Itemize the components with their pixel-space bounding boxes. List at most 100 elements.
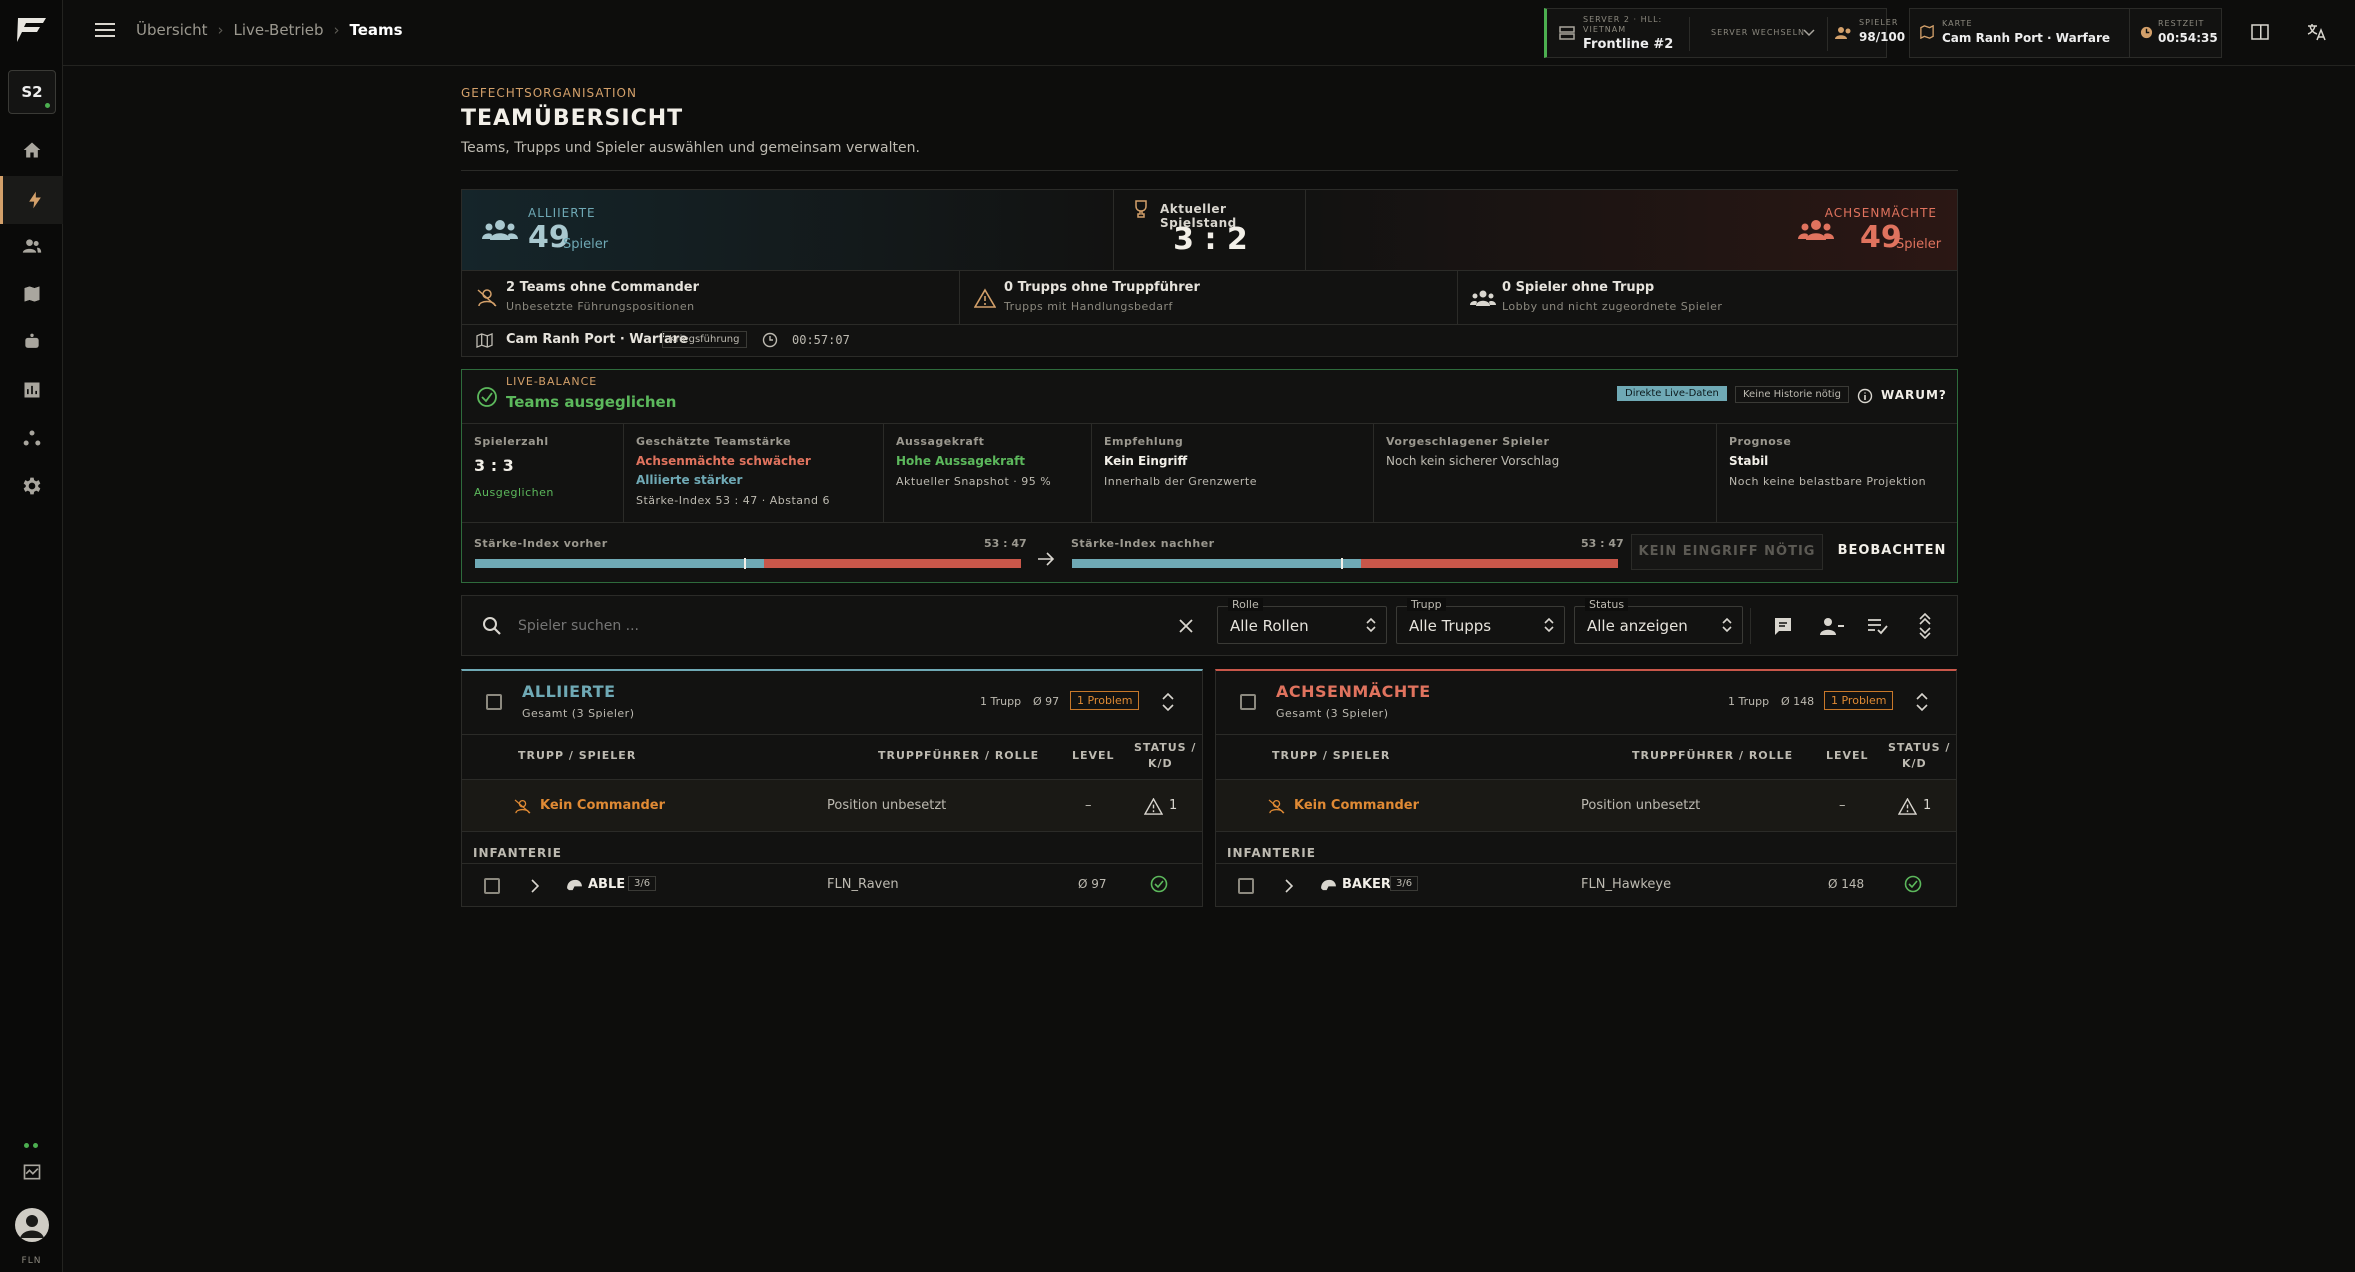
allies-team-icon	[482, 218, 518, 242]
map-icon	[1920, 25, 1934, 39]
issue-no-leader[interactable]: 0 Trupps ohne Truppführer Trupps mit Han…	[960, 271, 1458, 324]
breadcrumb-live[interactable]: Live-Betrieb	[234, 21, 324, 39]
user-remove-icon[interactable]	[1819, 616, 1845, 636]
squad-select-checkbox[interactable]	[1238, 878, 1254, 894]
commander-level: –	[1085, 798, 1092, 813]
info-icon	[1857, 388, 1873, 404]
sort-check-icon[interactable]	[1867, 617, 1889, 635]
gear-icon	[22, 476, 42, 496]
team-select-checkbox[interactable]	[1240, 694, 1256, 710]
col-header-squad: TRUPP / SPIELER	[1272, 749, 1391, 762]
issue-no-squad[interactable]: 0 Spieler ohne Trupp Lobby und nicht zug…	[1458, 271, 1957, 324]
server-selector[interactable]: SERVER 2 · HLL: VIETNAM Frontline #2 SER…	[1544, 8, 1887, 58]
allies-unit: Spieler	[563, 237, 609, 252]
squad-row[interactable]: ABLE 3/6 FLN_Raven Ø 97	[462, 863, 1202, 907]
server-badge[interactable]: S2	[8, 70, 56, 114]
col-value: Kein Eingriff	[1104, 454, 1188, 468]
balance-eyebrow: LIVE-BALANCE	[506, 375, 598, 388]
nav-bots[interactable]	[18, 328, 46, 356]
group-icon	[1470, 289, 1496, 307]
commander-name: Kein Commander	[1294, 798, 1420, 813]
team-name: ALLIIERTE	[522, 682, 616, 701]
section-label: INFANTERIE	[473, 846, 562, 860]
role-select[interactable]: Rolle Alle Rollen	[1217, 598, 1387, 644]
app-logo[interactable]	[14, 14, 50, 46]
commander-level: –	[1839, 798, 1846, 813]
activity-button[interactable]	[18, 1158, 46, 1186]
before-bar-allies	[475, 559, 765, 568]
updown-icon	[1544, 617, 1554, 633]
nav-stats[interactable]	[18, 376, 46, 404]
search-icon	[482, 616, 502, 636]
panel-toggle-button[interactable]	[2251, 24, 2269, 40]
issue-sub: Trupps mit Handlungsbedarf	[1004, 300, 1173, 313]
remaining-box: RESTZEIT 00:54:35	[2129, 8, 2222, 58]
commander-row[interactable]: Kein Commander Position unbesetzt – 1	[462, 779, 1202, 832]
players-value: 98/100	[1859, 30, 1906, 44]
issue-title: 0 Trupps ohne Truppführer	[1004, 280, 1200, 295]
collapse-all-icon[interactable]	[1918, 613, 1932, 639]
team-select-checkbox[interactable]	[486, 694, 502, 710]
commander-row[interactable]: Kein Commander Position unbesetzt – 1	[1216, 779, 1956, 832]
observe-button[interactable]: BEOBACHTEN	[1834, 534, 1950, 570]
squad-select-checkbox[interactable]	[484, 878, 500, 894]
squad-select[interactable]: Trupp Alle Trupps	[1396, 598, 1565, 644]
team-problem-badge[interactable]: 1 Problem	[1070, 691, 1140, 710]
server-switch-label[interactable]: SERVER WECHSELN	[1711, 28, 1805, 37]
nav-webhooks[interactable]	[18, 424, 46, 452]
issue-title: 0 Spieler ohne Trupp	[1502, 280, 1655, 295]
issue-sub: Unbesetzte Führungspositionen	[506, 300, 695, 313]
language-button[interactable]	[2306, 22, 2326, 42]
search-input[interactable]	[518, 610, 1118, 642]
chevron-right-icon[interactable]	[531, 879, 539, 893]
chevron-right-icon[interactable]	[1285, 879, 1293, 893]
issue-sub: Lobby und nicht zugeordnete Spieler	[1502, 300, 1723, 313]
warning-icon	[974, 288, 996, 308]
map-box: KARTE Cam Ranh Port · Warfare	[1909, 8, 2165, 58]
why-button[interactable]: WARUM?	[1881, 388, 1947, 402]
col-header-level: LEVEL	[1826, 749, 1869, 762]
squad-row[interactable]: BAKER 3/6 FLN_Hawkeye Ø 148	[1216, 863, 1956, 907]
map-label: KARTE	[1942, 19, 1973, 28]
squad-size-badge: 3/6	[628, 876, 657, 891]
team-problem-badge[interactable]: 1 Problem	[1824, 691, 1894, 710]
status-select[interactable]: Status Alle anzeigen	[1574, 598, 1743, 644]
before-label: Stärke-Index vorher	[474, 537, 608, 550]
breadcrumb-overview[interactable]: Übersicht	[136, 21, 208, 39]
expand-collapse-icon[interactable]	[1162, 691, 1174, 713]
nav-maps[interactable]	[18, 280, 46, 308]
team-avg-level: Ø 97	[1033, 695, 1060, 708]
no-intervention-button[interactable]: KEIN EINGRIFF NÖTIG	[1631, 534, 1823, 570]
server-line1: SERVER 2 · HLL:	[1583, 15, 1663, 24]
nav-players[interactable]	[18, 232, 46, 260]
col-header-kd: K/D	[1902, 757, 1927, 770]
header-divider	[461, 170, 1958, 171]
col-value: Noch kein sicherer Vorschlag	[1386, 454, 1560, 468]
map-value: Cam Ranh Port · Warfare	[1942, 31, 2110, 45]
issue-no-commander[interactable]: 2 Teams ohne Commander Unbesetzte Führun…	[462, 271, 960, 324]
expand-collapse-icon[interactable]	[1916, 691, 1928, 713]
hamburger-icon	[95, 22, 115, 38]
updown-icon	[1366, 617, 1376, 633]
nav-home[interactable]	[18, 136, 46, 164]
map-name: Cam Ranh Port · Warfare	[506, 332, 688, 347]
menu-button[interactable]	[95, 22, 115, 38]
feedback-icon[interactable]	[1773, 616, 1793, 636]
mode-tag: Kriegsführung	[662, 331, 747, 348]
after-bar	[1072, 558, 1618, 569]
page-subtitle: Teams, Trupps und Spieler auswählen und …	[461, 140, 920, 156]
nav-live-active[interactable]	[0, 176, 63, 224]
server-icon	[1559, 25, 1575, 41]
col-header-level: LEVEL	[1072, 749, 1115, 762]
map-icon	[476, 333, 493, 348]
col-note: Noch keine belastbare Projektion	[1729, 475, 1927, 488]
col-confidence: Aussagekraft Hohe Aussagekraft Aktueller…	[884, 424, 1092, 522]
clear-search-icon[interactable]	[1178, 618, 1194, 634]
nav-settings[interactable]	[18, 472, 46, 500]
col-team-strength: Geschätzte Teamstärke Achsenmächte schwä…	[624, 424, 884, 522]
clock-icon	[762, 332, 778, 348]
user-avatar[interactable]	[15, 1208, 49, 1242]
squad-level: Ø 97	[1078, 877, 1107, 891]
helmet-icon	[566, 879, 583, 892]
translate-icon	[2306, 22, 2326, 42]
